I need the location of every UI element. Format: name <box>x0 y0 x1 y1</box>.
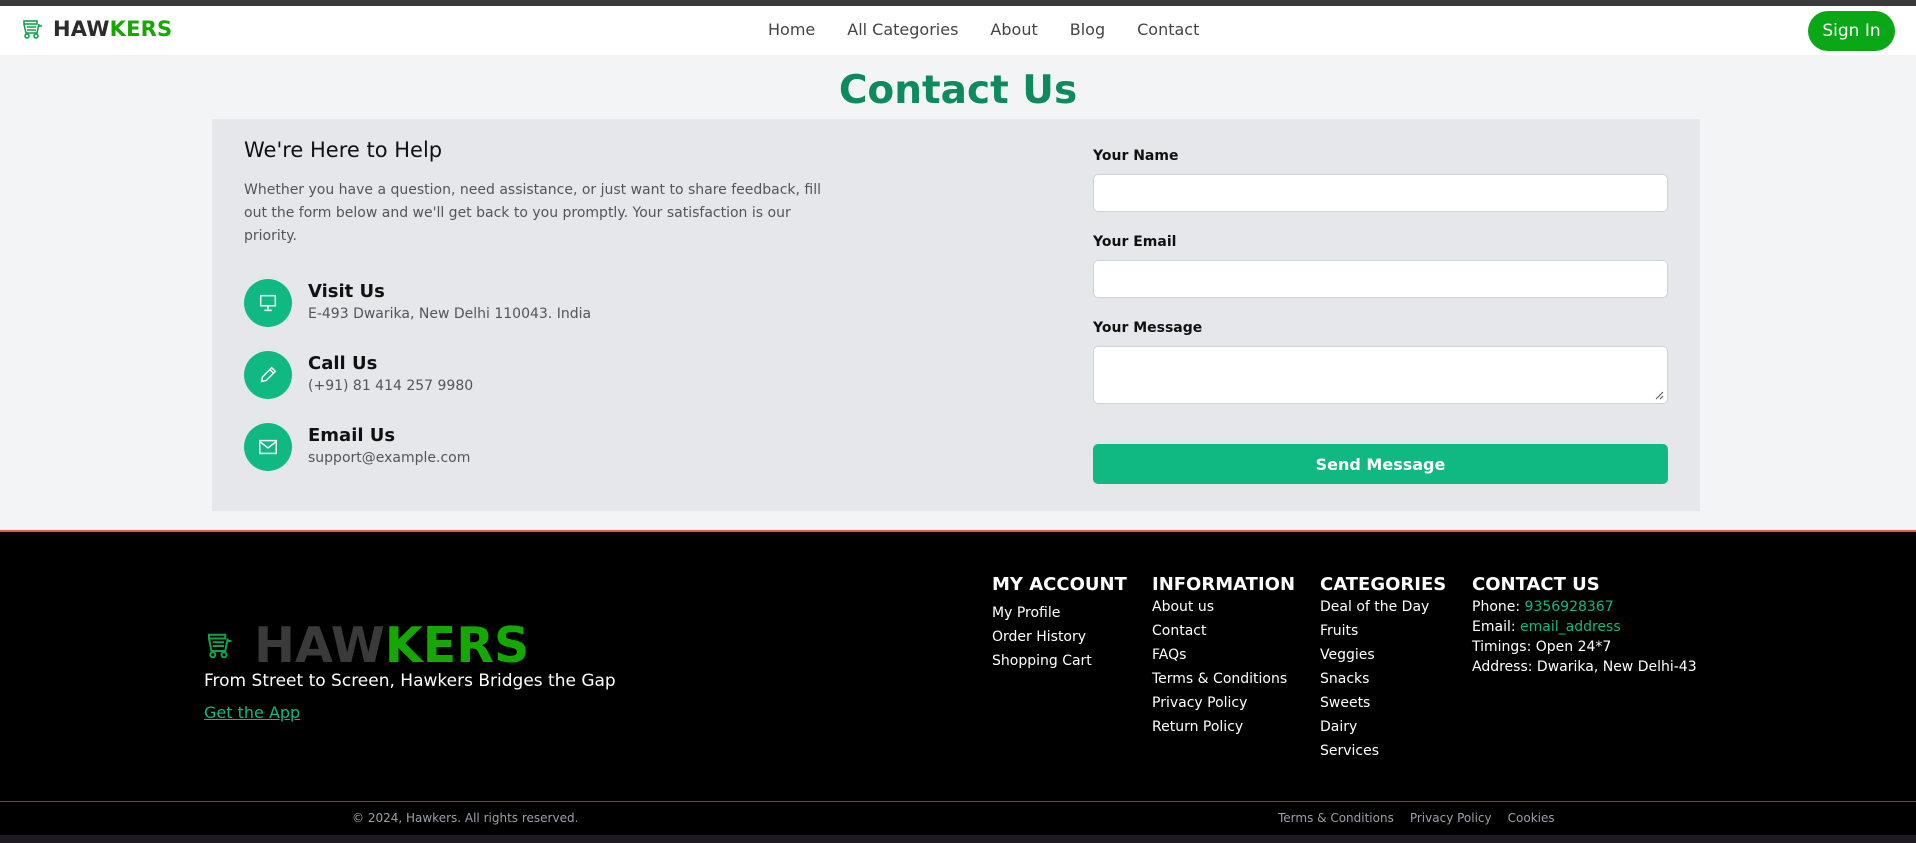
footer-tagline: From Street to Screen, Hawkers Bridges t… <box>204 671 616 691</box>
presentation-icon <box>244 279 292 327</box>
help-text: Whether you have a question, need assist… <box>244 182 822 244</box>
page-title: Contact Us <box>838 68 1078 113</box>
brand-name: HAWKERS <box>53 17 173 41</box>
footer-my-account-title: MY ACCOUNT <box>992 574 1127 595</box>
site-header: HAWKERS Home All Categories About Blog C… <box>0 6 1916 55</box>
legal-link-terms[interactable]: Terms & Conditions <box>1278 811 1394 825</box>
footer-link-order-history[interactable]: Order History <box>992 625 1127 649</box>
brand-logo[interactable]: HAWKERS <box>20 17 172 41</box>
footer-link-about-us[interactable]: About us <box>1152 595 1295 619</box>
footer-link-contact[interactable]: Contact <box>1152 619 1295 643</box>
footer-link-fruits[interactable]: Fruits <box>1320 619 1446 643</box>
help-title: We're Here to Help <box>244 138 443 162</box>
footer-categories: CATEGORIES Deal of the Day Fruits Veggie… <box>1320 574 1446 763</box>
footer-link-services[interactable]: Services <box>1320 739 1446 763</box>
footer-link-dairy[interactable]: Dairy <box>1320 715 1446 739</box>
contact-email-title: Email Us <box>308 425 396 446</box>
contact-form: Your Name Your Email Your Message <box>1093 148 1668 404</box>
footer-timings: Timings: Open 24*7 <box>1472 639 1612 655</box>
legal-links: Terms & Conditions Privacy Policy Cookie… <box>1278 811 1555 825</box>
footer-phone: Phone: 9356928367 <box>1472 599 1614 615</box>
footer-link-shopping-cart[interactable]: Shopping Cart <box>992 649 1127 673</box>
footer-my-account: MY ACCOUNT My Profile Order History Shop… <box>992 574 1127 673</box>
footer-link-veggies[interactable]: Veggies <box>1320 643 1446 667</box>
get-the-app-link[interactable]: Get the App <box>204 703 300 722</box>
window-bottom-edge <box>0 835 1916 843</box>
footer-link-privacy[interactable]: Privacy Policy <box>1152 691 1295 715</box>
footer-link-faqs[interactable]: FAQs <box>1152 643 1295 667</box>
contact-call: Call Us (+91) 81 414 257 9980 <box>244 351 473 399</box>
contact-card: We're Here to Help Whether you have a qu… <box>212 119 1700 511</box>
contact-visit-detail: E-493 Dwarika, New Delhi 110043. India <box>308 306 592 322</box>
footer-information-title: INFORMATION <box>1152 574 1296 595</box>
message-textarea[interactable] <box>1093 346 1668 404</box>
footer-email: Email: email_address <box>1472 619 1621 635</box>
footer-email-link[interactable]: email_address <box>1520 619 1621 635</box>
footer-contact-us: CONTACT US Phone: 9356928367 Email: emai… <box>1472 574 1697 677</box>
footer-link-sweets[interactable]: Sweets <box>1320 691 1446 715</box>
footer-categories-title: CATEGORIES <box>1320 574 1447 595</box>
contact-call-title: Call Us <box>308 353 378 374</box>
message-label: Your Message <box>1093 320 1203 336</box>
name-input[interactable] <box>1093 174 1668 212</box>
legal-link-privacy[interactable]: Privacy Policy <box>1410 811 1492 825</box>
email-label: Your Email <box>1093 234 1177 250</box>
footer-brand-logo[interactable]: HAWKERS <box>204 617 529 674</box>
footer-brand-name: HAWKERS <box>254 617 530 674</box>
food-cart-icon <box>23 20 42 39</box>
name-label: Your Name <box>1093 148 1179 164</box>
footer-address: Address: Dwarika, New Delhi-43 <box>1472 659 1697 675</box>
email-input[interactable] <box>1093 260 1668 298</box>
footer-information: INFORMATION About us Contact FAQs Terms … <box>1152 574 1295 739</box>
footer-link-deal-of-the-day[interactable]: Deal of the Day <box>1320 595 1446 619</box>
contact-call-detail: (+91) 81 414 257 9980 <box>308 378 474 394</box>
copyright-bar: © 2024, Hawkers. All rights reserved. Te… <box>0 801 1916 835</box>
site-footer: HAWKERS From Street to Screen, Hawkers B… <box>0 532 1916 802</box>
legal-link-cookies[interactable]: Cookies <box>1508 811 1555 825</box>
nav-about[interactable]: About <box>990 20 1037 39</box>
footer-phone-link[interactable]: 9356928367 <box>1525 599 1614 615</box>
send-message-button[interactable]: Send Message <box>1093 444 1668 484</box>
food-cart-icon <box>208 633 232 658</box>
resize-handle-icon[interactable] <box>1654 390 1664 400</box>
contact-visit: Visit Us E-493 Dwarika, New Delhi 110043… <box>244 279 591 327</box>
contact-email-detail: support@example.com <box>308 450 471 466</box>
footer-link-my-profile[interactable]: My Profile <box>992 601 1127 625</box>
nav-home[interactable]: Home <box>768 20 815 39</box>
nav-contact[interactable]: Contact <box>1137 20 1199 39</box>
pencil-icon <box>244 351 292 399</box>
contact-email: Email Us support@example.com <box>244 423 470 471</box>
nav-all-categories[interactable]: All Categories <box>847 20 958 39</box>
sign-in-button[interactable]: Sign In <box>1808 11 1895 51</box>
footer-link-snacks[interactable]: Snacks <box>1320 667 1446 691</box>
main-nav: Home All Categories About Blog Contact <box>768 20 1199 39</box>
contact-visit-title: Visit Us <box>308 281 385 302</box>
footer-link-terms[interactable]: Terms & Conditions <box>1152 667 1295 691</box>
footer-contact-title: CONTACT US <box>1472 574 1600 595</box>
nav-blog[interactable]: Blog <box>1070 20 1105 39</box>
copyright-text: © 2024, Hawkers. All rights reserved. <box>352 811 579 825</box>
footer-link-return-policy[interactable]: Return Policy <box>1152 715 1295 739</box>
mail-icon <box>244 423 292 471</box>
